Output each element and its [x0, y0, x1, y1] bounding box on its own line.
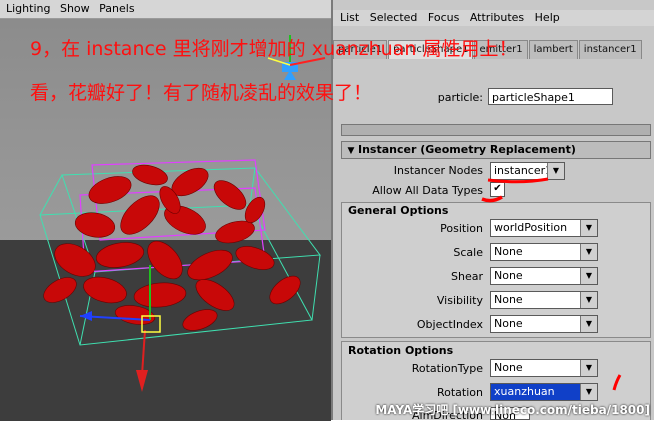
annotation-line-1: 9，在 instance 里将刚才增加的 xuanzhuan 属性用上！: [30, 38, 518, 60]
annotation-line-2: 看，花瓣好了！有了随机凌乱的效果了！: [30, 82, 373, 104]
underline-mark: [481, 195, 503, 203]
annotation-marks: [481, 177, 622, 391]
tick-mark: [612, 374, 622, 391]
watermark: MAYA学习吧 [www.lineco.com/tieba/1800]: [375, 403, 650, 417]
underline-mark: [487, 177, 549, 184]
